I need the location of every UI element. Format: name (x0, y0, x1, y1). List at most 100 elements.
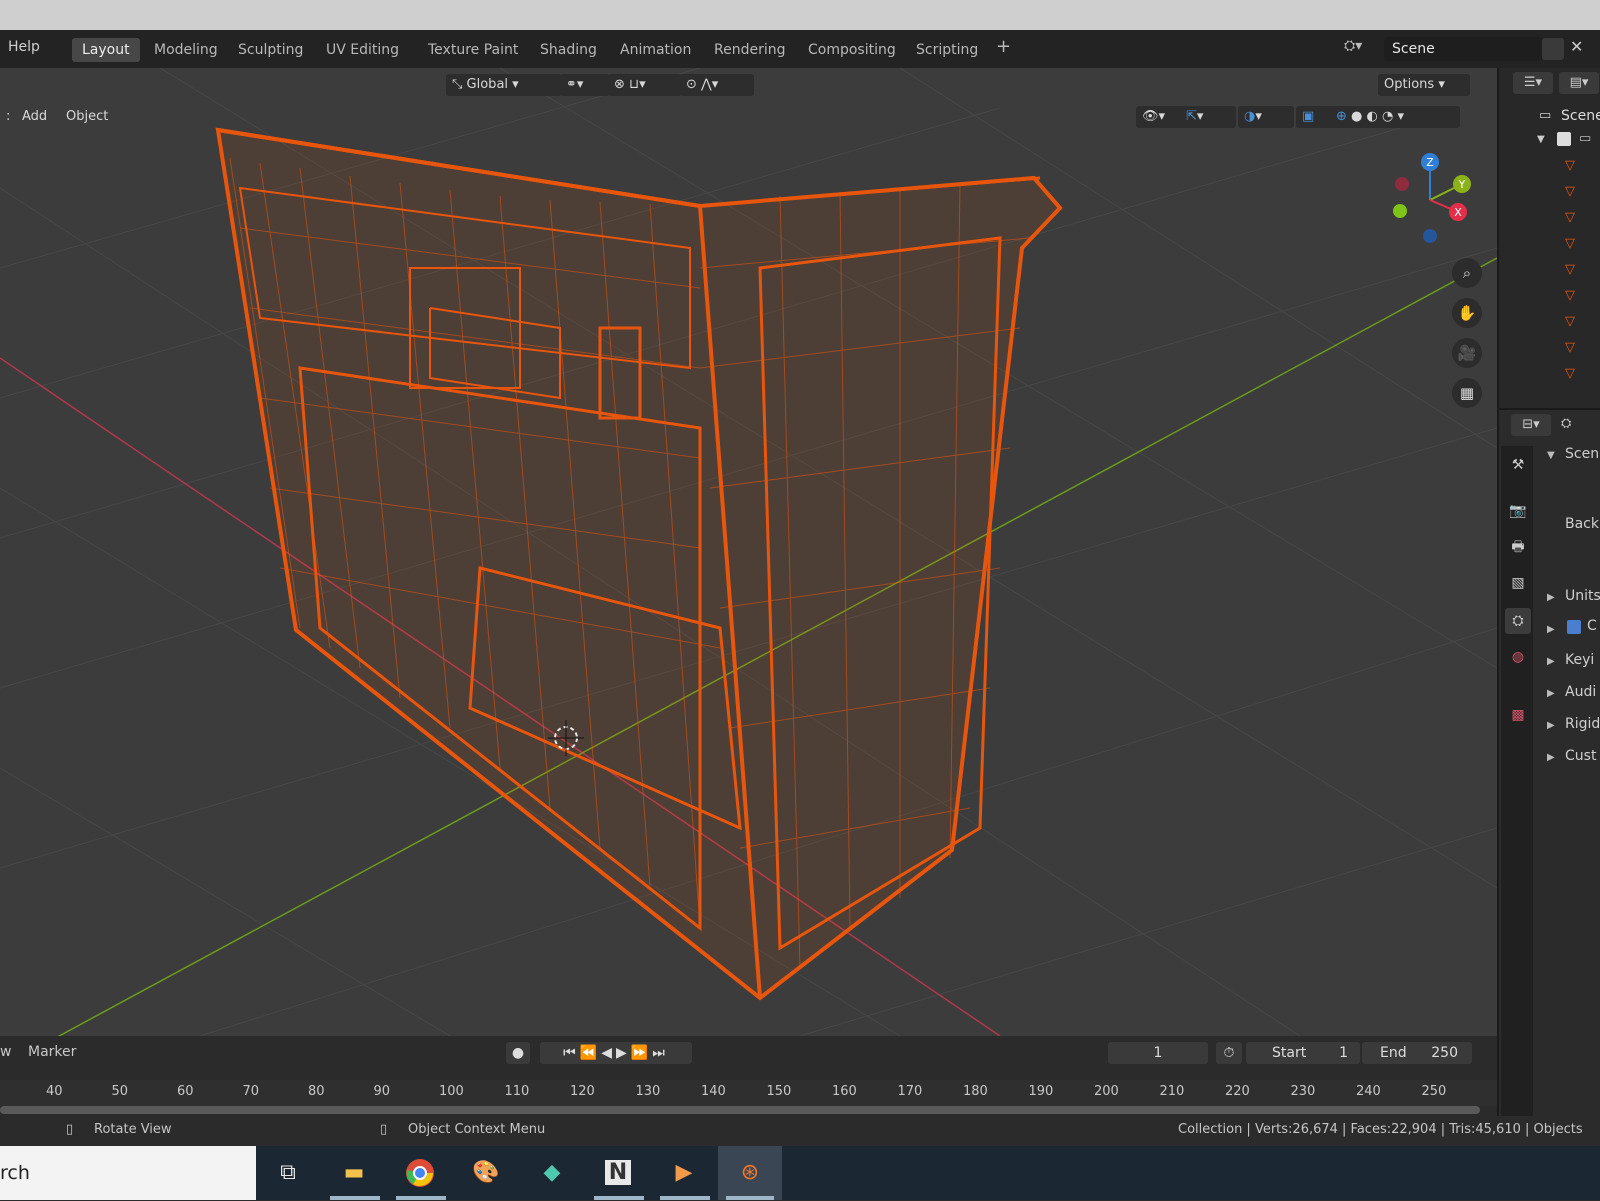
tab-uv-editing[interactable]: UV Editing (316, 38, 409, 62)
play-reverse-icon[interactable]: ◀ (601, 1045, 616, 1061)
shading-material-icon[interactable]: ◐ (1367, 109, 1378, 124)
shading-mode-group[interactable]: ⊕ ● ◐ ◔ ▾ (1330, 106, 1460, 128)
next-key-icon[interactable]: ⏩ (631, 1045, 652, 1061)
grid-icon[interactable]: ▦ (1452, 378, 1482, 408)
pivot-dropdown[interactable]: ⚭▾ (560, 74, 610, 96)
snap-toggle[interactable]: ⊗ ⊔▾ (608, 74, 682, 96)
add-menu[interactable]: Add (16, 106, 53, 128)
tab-scripting[interactable]: Scripting (906, 38, 988, 62)
mesh-item-icon[interactable]: ▽ (1565, 366, 1575, 381)
rigid-body-panel[interactable]: Rigid (1565, 716, 1600, 732)
tab-rendering[interactable]: Rendering (704, 38, 796, 62)
options-dropdown[interactable]: Options ▾ (1378, 74, 1470, 96)
mesh-item-icon[interactable]: ▽ (1565, 236, 1575, 251)
transform-orientation-dropdown[interactable]: ⤡ Global ▾ (446, 74, 562, 96)
close-icon[interactable]: ✕ (1570, 37, 1583, 56)
notepad-icon[interactable]: N (598, 1154, 638, 1192)
shading-wire-icon[interactable]: ⊕ (1336, 109, 1347, 124)
camera-icon[interactable]: 🎥 (1452, 338, 1482, 368)
record-icon[interactable]: ● (506, 1042, 530, 1064)
scene-selector-icon[interactable]: ⛭▾ (1344, 38, 1362, 54)
start-frame-field[interactable]: Start 1 (1246, 1042, 1360, 1064)
editor-type-icon[interactable]: ☰▾ (1513, 72, 1553, 94)
checkbox[interactable] (1567, 620, 1581, 634)
mesh-item-icon[interactable]: ▽ (1565, 262, 1575, 277)
mesh-item-icon[interactable]: ▽ (1565, 184, 1575, 199)
media-icon[interactable]: ▶ (664, 1154, 704, 1192)
chevron-down-icon[interactable]: ▾ (1398, 109, 1405, 124)
timeline-scrollbar[interactable] (0, 1106, 1480, 1114)
expand-icon[interactable]: ▶ (1547, 656, 1555, 667)
navigation-gizmo[interactable]: Z Y X (1384, 150, 1484, 250)
add-workspace-button[interactable]: + (996, 36, 1011, 57)
expand-icon[interactable]: ▶ (1547, 592, 1555, 603)
mesh-item-icon[interactable]: ▽ (1565, 340, 1575, 355)
render-icon[interactable]: 📷 (1505, 498, 1531, 524)
custom-properties-panel[interactable]: Cust (1565, 748, 1596, 764)
blender-taskbar-button[interactable]: ⊛ (718, 1146, 782, 1200)
view-object-types-dropdown[interactable]: 👁▾ (1136, 106, 1184, 128)
hand-icon[interactable]: ✋ (1452, 298, 1482, 328)
checkbox[interactable] (1557, 132, 1571, 146)
expand-icon[interactable]: ▶ (1547, 720, 1555, 731)
display-mode-icon[interactable]: ▤▾ (1559, 72, 1599, 94)
3d-viewport[interactable]: : Add Object ⤡ Global ▾ ⚭▾ ⊗ ⊔▾ ⊙ ⋀▾ Opt… (0, 68, 1497, 1036)
zoom-icon[interactable]: ⌕ (1452, 258, 1482, 288)
play-icon[interactable]: ▶ (616, 1045, 631, 1061)
stopwatch-icon[interactable]: ⏱ (1216, 1042, 1242, 1064)
mesh-item-icon[interactable]: ▽ (1565, 158, 1575, 173)
tool-icon[interactable]: ⚒ (1505, 452, 1531, 478)
scene-icon[interactable]: ⛭ (1505, 608, 1531, 634)
overlay-toggle[interactable]: ◑▾ (1238, 106, 1294, 128)
mesh-item-icon[interactable]: ▽ (1565, 314, 1575, 329)
mesh-item-icon[interactable]: ▽ (1565, 210, 1575, 225)
app-icon[interactable]: ◆ (532, 1154, 572, 1192)
tab-animation[interactable]: Animation (610, 38, 701, 62)
file-explorer-icon[interactable]: ▬ (334, 1154, 374, 1192)
task-view-icon[interactable]: ⧉ (268, 1154, 308, 1192)
tab-shading[interactable]: Shading (530, 38, 607, 62)
units-panel[interactable]: Units (1565, 588, 1600, 604)
expand-icon[interactable]: ▶ (1547, 752, 1555, 763)
tab-sculpting[interactable]: Sculpting (228, 38, 313, 62)
world-icon[interactable]: ◍ (1505, 644, 1531, 670)
expand-icon[interactable]: ▶ (1547, 688, 1555, 699)
end-frame-field[interactable]: End 250 (1362, 1042, 1472, 1064)
keying-sets-panel[interactable]: Keyi (1565, 652, 1594, 668)
shading-render-icon[interactable]: ◔ (1382, 109, 1393, 124)
output-icon[interactable]: 🖶 (1505, 534, 1531, 560)
scene-panel-header[interactable]: Scen (1565, 446, 1599, 462)
jump-start-icon[interactable]: ⏮ (563, 1045, 580, 1061)
view-menu-partial[interactable]: w (0, 1044, 11, 1060)
expand-icon[interactable]: ▼ (1537, 134, 1545, 145)
jump-end-icon[interactable]: ⏭ (652, 1045, 669, 1061)
tab-compositing[interactable]: Compositing (798, 38, 906, 62)
proportional-edit-toggle[interactable]: ⊙ ⋀▾ (680, 74, 754, 96)
scene-collection-label[interactable]: Scene (1561, 108, 1600, 124)
scene-name-field[interactable]: Scene (1384, 37, 1542, 61)
expand-icon[interactable]: ▶ (1547, 624, 1555, 635)
chrome-icon[interactable] (400, 1154, 440, 1192)
view-menu-partial[interactable]: : (0, 106, 16, 128)
texture-icon[interactable]: ▩ (1505, 702, 1531, 728)
gravity-panel[interactable]: C (1587, 618, 1597, 634)
marker-menu[interactable]: Marker (28, 1044, 76, 1060)
copy-scene-icon[interactable] (1542, 38, 1564, 60)
tab-layout[interactable]: Layout (72, 38, 140, 62)
properties-editor-icon[interactable]: ⊟▾ (1511, 414, 1551, 436)
current-frame-field[interactable]: 1 (1108, 1042, 1208, 1064)
playback-controls[interactable]: ⏮⏪◀▶⏩⏭ (540, 1042, 692, 1064)
shading-solid-icon[interactable]: ● (1351, 109, 1362, 124)
wireframe-mesh[interactable] (215, 127, 1063, 1001)
mesh-item-icon[interactable]: ▽ (1565, 288, 1575, 303)
gizmo-toggle[interactable]: ⇱▾ (1180, 106, 1236, 128)
paint-icon[interactable]: 🎨 (466, 1154, 506, 1192)
tab-modeling[interactable]: Modeling (144, 38, 228, 62)
taskbar-search-box[interactable]: rch (0, 1146, 256, 1200)
view-layer-icon[interactable]: ▧ (1505, 570, 1531, 596)
audio-panel[interactable]: Audi (1565, 684, 1596, 700)
object-menu[interactable]: Object (60, 106, 114, 128)
tab-texture-paint[interactable]: Texture Paint (418, 38, 528, 62)
help-menu[interactable]: Help (8, 39, 40, 55)
expand-icon[interactable]: ▼ (1547, 450, 1555, 461)
